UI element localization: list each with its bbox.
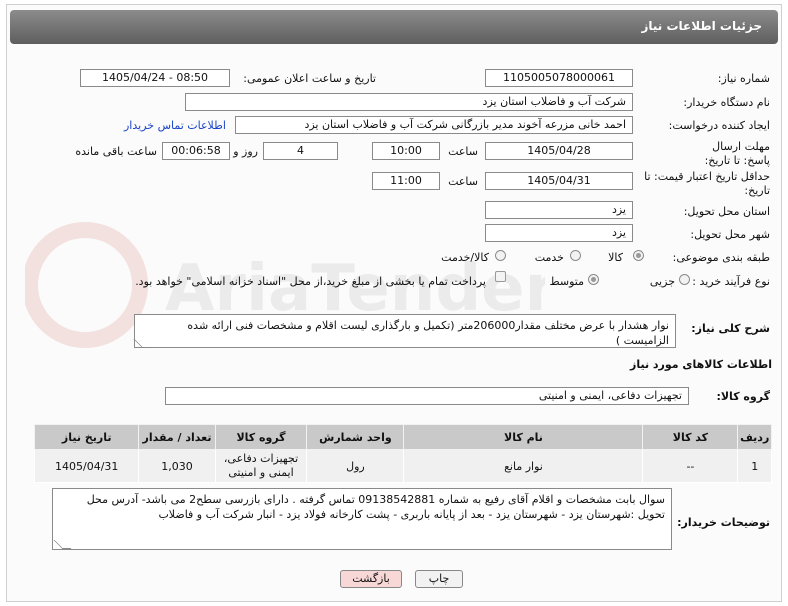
goods-table: ردیف کد کالا نام کالا واحد شمارش گروه کا… — [33, 424, 772, 483]
general-desc-field: نوار هشدار با عرض مختلف مقدار206000متر (… — [134, 314, 676, 348]
need-number-field: 1105005078000061 — [485, 69, 633, 87]
buyer-notes-label: توضیحات خریدار: — [677, 516, 770, 529]
category-goods-service-radio[interactable] — [495, 250, 506, 261]
city-label: شهر محل تحویل: — [690, 228, 770, 241]
table-row: 1 -- نوار مانع رول تجهیزات دفاعی، ایمنی … — [33, 449, 772, 483]
buyer-notes-field: سوال بابت مشخصات و اقلام آقای رفیع به شم… — [52, 488, 672, 550]
process-type-label: نوع فرآیند خرید : — [692, 275, 770, 288]
treasury-payment-note: پرداخت تمام یا بخشی از مبلغ خرید،از محل … — [135, 275, 486, 288]
price-time-field: 11:00 — [372, 172, 440, 190]
process-medium-label: متوسط — [549, 275, 584, 288]
general-desc-label: شرح کلی نیاز: — [691, 322, 770, 335]
col-name-header: نام کالا — [403, 424, 644, 450]
cell-qty: 1,030 — [138, 449, 216, 483]
process-partial-label: جزیی — [649, 275, 675, 288]
col-date-header: تاریخ نیاز — [33, 424, 140, 450]
buyer-org-label: نام دستگاه خریدار: — [683, 96, 770, 109]
process-medium-radio[interactable] — [588, 274, 599, 285]
category-goods-radio[interactable] — [633, 250, 644, 261]
cell-name: نوار مانع — [403, 449, 644, 483]
category-label: طبقه بندی موضوعی: — [672, 251, 770, 264]
category-goods-label: کالا — [608, 251, 623, 264]
goods-group-label: گروه کالا: — [716, 390, 770, 403]
remaining-label: ساعت باقی مانده — [75, 145, 157, 158]
reply-date-field: 1405/04/28 — [485, 142, 633, 160]
col-qty-header: تعداد / مقدار — [138, 424, 216, 450]
reply-deadline-label: مهلت ارسال پاسخ: تا تاریخ: — [704, 140, 770, 167]
requester-field: احمد خانی مزرعه آخوند مدیر بازرگانی شرکت… — [235, 116, 633, 134]
requester-label: ایجاد کننده درخواست: — [668, 119, 770, 132]
reply-time-label: ساعت — [448, 145, 478, 158]
need-number-label: شماره نیاز: — [717, 72, 770, 85]
buyer-notes-text: سوال بابت مشخصات و اقلام آقای رفیع به شم… — [86, 493, 665, 521]
announce-datetime-field: 1405/04/24 - 08:50 — [80, 69, 230, 87]
print-button[interactable]: چاپ — [415, 570, 463, 588]
reply-days-field: 4 — [263, 142, 338, 160]
goods-info-heading: اطلاعات کالاهای مورد نیاز — [630, 358, 772, 371]
col-unit-header: واحد شمارش — [306, 424, 405, 450]
goods-group-field: تجهیزات دفاعی، ایمنی و امنیتی — [165, 387, 689, 405]
cell-unit: رول — [306, 449, 405, 483]
price-time-label: ساعت — [448, 175, 478, 188]
col-group-header: گروه کالا — [214, 424, 308, 450]
category-goods-service-label: کالا/خدمت — [441, 251, 489, 264]
remaining-time-field: 00:06:58 — [162, 142, 230, 160]
cell-date: 1405/04/31 — [33, 449, 140, 483]
category-service-radio[interactable] — [570, 250, 581, 261]
page-header: جزئیات اطلاعات نیاز — [10, 10, 778, 44]
page-title: جزئیات اطلاعات نیاز — [641, 19, 762, 33]
cell-group: تجهیزات دفاعی، ایمنی و امنیتی — [214, 449, 308, 483]
buyer-contact-link[interactable]: اطلاعات تماس خریدار — [124, 119, 226, 132]
announce-datetime-label: تاریخ و ساعت اعلان عمومی: — [243, 72, 376, 85]
col-code-header: کد کالا — [642, 424, 739, 450]
city-field: یزد — [485, 224, 633, 242]
province-label: استان محل تحویل: — [683, 205, 770, 218]
buyer-org-field: شرکت آب و فاضلاب استان یزد — [185, 93, 633, 111]
general-desc-text: نوار هشدار با عرض مختلف مقدار206000متر (… — [187, 319, 669, 347]
reply-time-field: 10:00 — [372, 142, 440, 160]
table-header-row: ردیف کد کالا نام کالا واحد شمارش گروه کا… — [33, 424, 772, 450]
price-date-field: 1405/04/31 — [485, 172, 633, 190]
day-and-label: روز و — [233, 145, 258, 158]
price-deadline-label: حداقل تاریخ اعتبار قیمت: تا تاریخ: — [644, 170, 770, 197]
province-field: یزد — [485, 201, 633, 219]
process-partial-radio[interactable] — [679, 274, 690, 285]
col-row-header: ردیف — [737, 424, 772, 450]
back-button[interactable]: بازگشت — [340, 570, 402, 588]
treasury-payment-checkbox[interactable] — [495, 271, 506, 282]
category-service-label: خدمت — [534, 251, 564, 264]
cell-row: 1 — [737, 449, 772, 483]
cell-code: -- — [642, 449, 739, 483]
